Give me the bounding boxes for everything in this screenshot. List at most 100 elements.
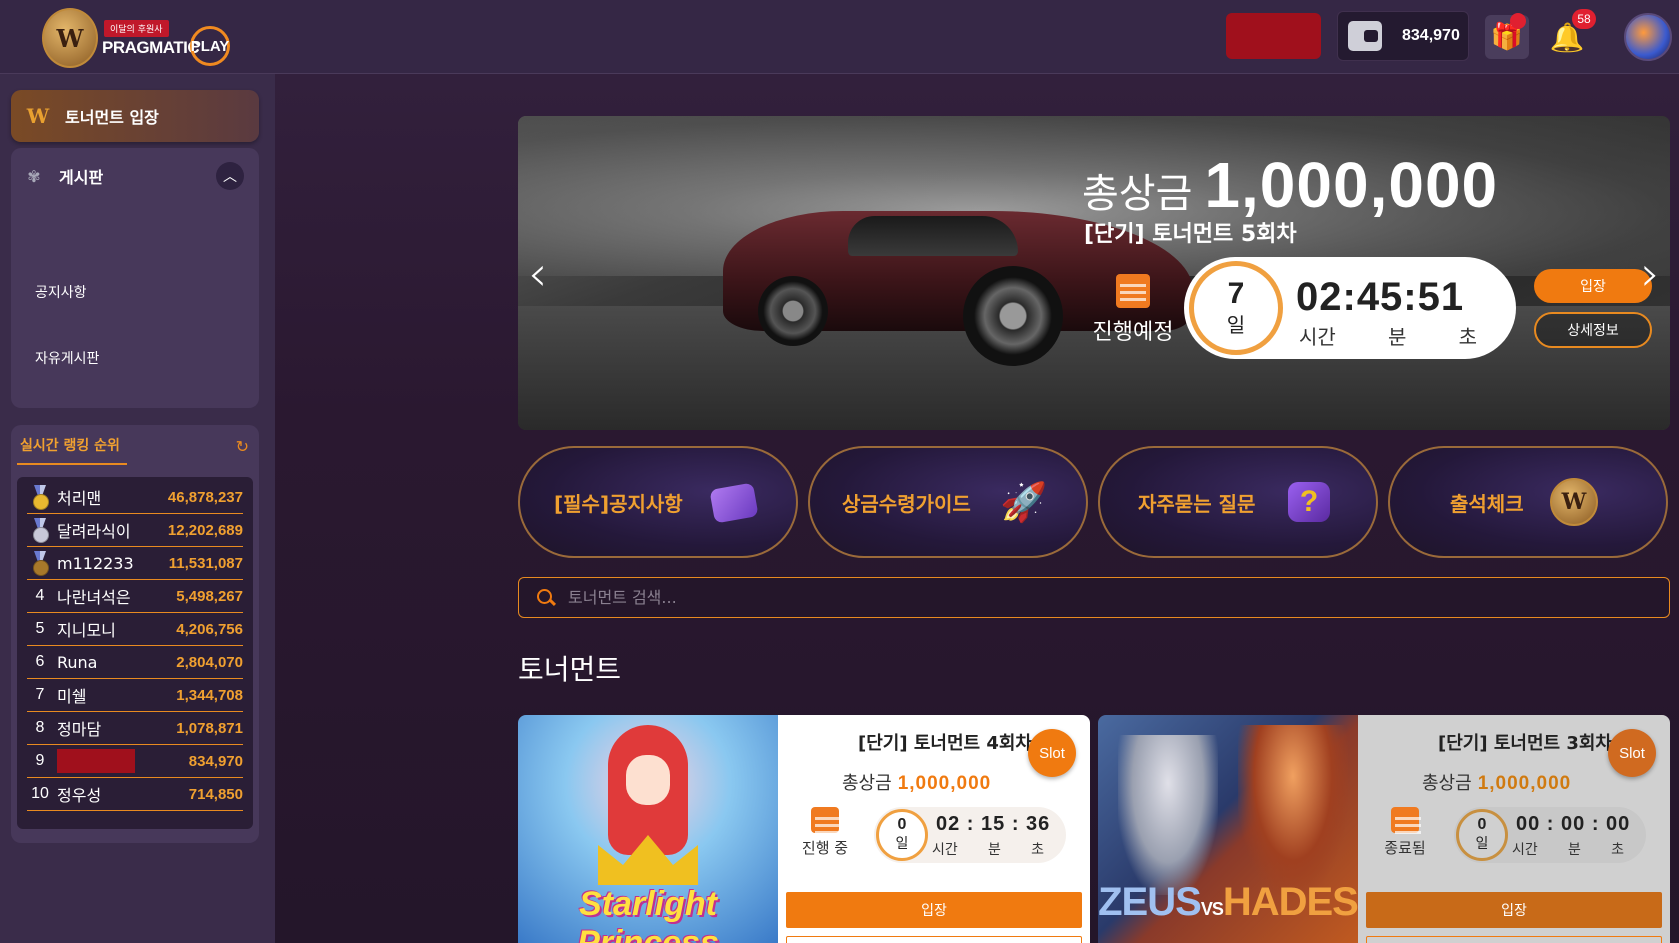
game-title: ZEUSVSHADES <box>1098 880 1359 925</box>
ranking-row: m112233 11,531,087 <box>27 547 243 580</box>
ranking-score: 12,202,689 <box>167 521 243 539</box>
tournament-countdown: 0 일 02 : 15 : 36 시간 분 초 <box>874 807 1066 863</box>
search-input[interactable] <box>568 588 1669 607</box>
ranking-position: 5 <box>35 620 45 637</box>
quick-link-label: [필수]공지사항 <box>554 491 683 516</box>
sidebar-item-free-board[interactable]: 자유게시판 <box>35 348 99 368</box>
tournament-detail-button[interactable] <box>786 936 1082 943</box>
quick-link-label: 자주묻는 질문 <box>1138 491 1256 516</box>
ranking-position: 10 <box>31 785 49 802</box>
wallet-amount: 834,970 <box>1402 27 1460 44</box>
ranking-score: 2,804,070 <box>176 653 243 671</box>
site-logo[interactable]: W 이달의 후원사 PRAGMATIC PLAY <box>42 6 232 68</box>
thumbnail-art <box>626 755 670 805</box>
countdown-days: 0 일 <box>876 809 928 861</box>
refresh-icon[interactable]: ↻ <box>236 437 249 456</box>
wallet-balance[interactable]: 834,970 <box>1337 11 1469 61</box>
banner-prize-value: 1,000,000 <box>1204 149 1499 221</box>
gold-medal-icon <box>31 485 49 510</box>
faq-icon: ? <box>1288 482 1330 522</box>
board-menu-header[interactable]: ✾ 게시판 ︿ <box>11 148 259 204</box>
tournament-card: Starlight Princess [단기] 토너먼트 4회차 Slot 총상… <box>518 715 1090 943</box>
sponsor-tag: 이달의 후원사 <box>104 20 169 37</box>
enter-tournament-button[interactable]: W 토너먼트 입장 <box>11 90 259 142</box>
banner-tournament-name: [단기] 토너먼트 5회차 <box>1084 222 1297 247</box>
countdown-units: 시간 분 초 <box>1299 321 1499 350</box>
chevron-up-icon[interactable]: ︿ <box>216 162 244 190</box>
ranking-position: 8 <box>35 719 45 736</box>
prize-value: 1,000,000 <box>897 773 992 794</box>
ranking-row: 6 Runa 2,804,070 <box>27 646 243 679</box>
banner-enter-button[interactable]: 입장 <box>1534 269 1652 303</box>
countdown-clock: 02:45:51 <box>1296 275 1465 319</box>
calendar-icon <box>1116 274 1150 308</box>
ranking-name: 지니모니 <box>57 621 116 640</box>
banner-prize-label: 총상금 <box>1082 171 1193 217</box>
search-icon <box>536 588 556 608</box>
game-title: Starlight Princess <box>577 885 719 943</box>
prize-label: 총상금 <box>842 773 892 794</box>
ranking-score: 4,206,756 <box>176 620 243 638</box>
silver-medal-icon <box>31 518 49 543</box>
tournament-prize: 총상금 1,000,000 <box>1422 769 1571 795</box>
quick-link-label: 출석체크 <box>1450 491 1524 516</box>
ranking-row: 4 나란녀석은 5,498,267 <box>27 580 243 613</box>
tournament-title: [단기] 토너먼트 3회차 <box>1438 733 1612 754</box>
unit-minutes: 분 <box>1388 325 1407 349</box>
quick-link-attendance[interactable]: 출석체크 W <box>1388 446 1668 558</box>
ranking-title: 실시간 랭킹 순위 <box>20 438 120 454</box>
car-wheel <box>758 276 828 346</box>
ranking-name: 나란녀석은 <box>57 588 131 607</box>
board-menu: ✾ 게시판 ︿ 공지사항 자유게시판 <box>11 148 259 408</box>
ranking-list: 처리맨 46,878,237 달려라식이 12,202,689 m112233 11,53… <box>17 477 253 829</box>
redacted-name <box>57 749 135 773</box>
quick-link-notice[interactable]: [필수]공지사항 <box>518 446 798 558</box>
ranking-score: 5,498,267 <box>176 587 243 605</box>
quick-link-faq[interactable]: 자주묻는 질문 ? <box>1098 446 1378 558</box>
rocket-icon: 🚀 <box>1000 479 1048 524</box>
ranking-score: 834,970 <box>188 752 243 770</box>
tournament-enter-button[interactable]: 입장 <box>786 892 1082 928</box>
countdown-units: 시간 분 초 <box>932 839 1052 859</box>
tournament-status: 종료됨 <box>1372 807 1438 858</box>
ranking-score: 714,850 <box>188 785 243 803</box>
banner-countdown: 7 일 02:45:51 시간 분 초 <box>1184 257 1516 359</box>
unit-minutes: 분 <box>987 842 1001 858</box>
tournament-enter-button[interactable]: 입장 <box>1366 892 1662 928</box>
quick-link-prize-guide[interactable]: 상금수령가이드 🚀 <box>808 446 1088 558</box>
banner-status-label: 진행예정 <box>1092 320 1174 345</box>
prize-value: 1,000,000 <box>1477 773 1572 794</box>
countdown-clock: 02 : 15 : 36 <box>936 813 1051 835</box>
game-thumbnail[interactable]: ZEUSVSHADES <box>1098 715 1359 943</box>
chevron-left-icon[interactable]: ‹ <box>528 246 547 302</box>
brand-play: PLAY <box>190 26 230 66</box>
ranking-row: 7 미쉘 1,344,708 <box>27 679 243 712</box>
countdown-days-unit: 일 <box>1475 836 1489 852</box>
ranking-row: 처리맨 46,878,237 <box>27 481 243 514</box>
avatar[interactable] <box>1624 13 1672 61</box>
game-thumbnail[interactable]: Starlight Princess <box>518 715 778 943</box>
ranking-position: 7 <box>35 686 45 703</box>
countdown-days-value: 0 <box>897 816 907 833</box>
car-wheel <box>963 266 1063 366</box>
countdown-clock: 00 : 00 : 00 <box>1516 813 1631 835</box>
ranking-panel: 실시간 랭킹 순위 ↻ 처리맨 46,878,237 달려라식이 12,202,689… <box>11 425 259 843</box>
chevron-right-icon[interactable]: › <box>1641 246 1660 302</box>
thumbnail-art <box>1238 725 1348 895</box>
unit-minutes: 분 <box>1567 842 1581 858</box>
banner-detail-button[interactable]: 상세정보 <box>1534 312 1652 348</box>
banner-prize: 총상금 1,000,000 <box>1082 148 1498 222</box>
enter-tournament-label: 토너먼트 입장 <box>65 108 159 127</box>
countdown-days-unit: 일 <box>1226 312 1246 337</box>
countdown-units: 시간 분 초 <box>1512 839 1632 859</box>
gift-indicator-dot <box>1510 13 1526 29</box>
crest-logo-icon: W <box>42 8 98 68</box>
unit-hours: 시간 <box>932 842 958 858</box>
ranking-name: m112233 <box>57 553 134 573</box>
ranking-name: 정마담 <box>57 720 102 739</box>
redacted-button[interactable] <box>1226 13 1321 59</box>
quick-link-label: 상금수령가이드 <box>842 491 971 516</box>
tournament-card: ZEUSVSHADES [단기] 토너먼트 3회차 Slot 총상금 1,000,… <box>1098 715 1670 943</box>
tournament-detail-button[interactable] <box>1366 936 1662 943</box>
sidebar-item-notice[interactable]: 공지사항 <box>35 282 87 302</box>
